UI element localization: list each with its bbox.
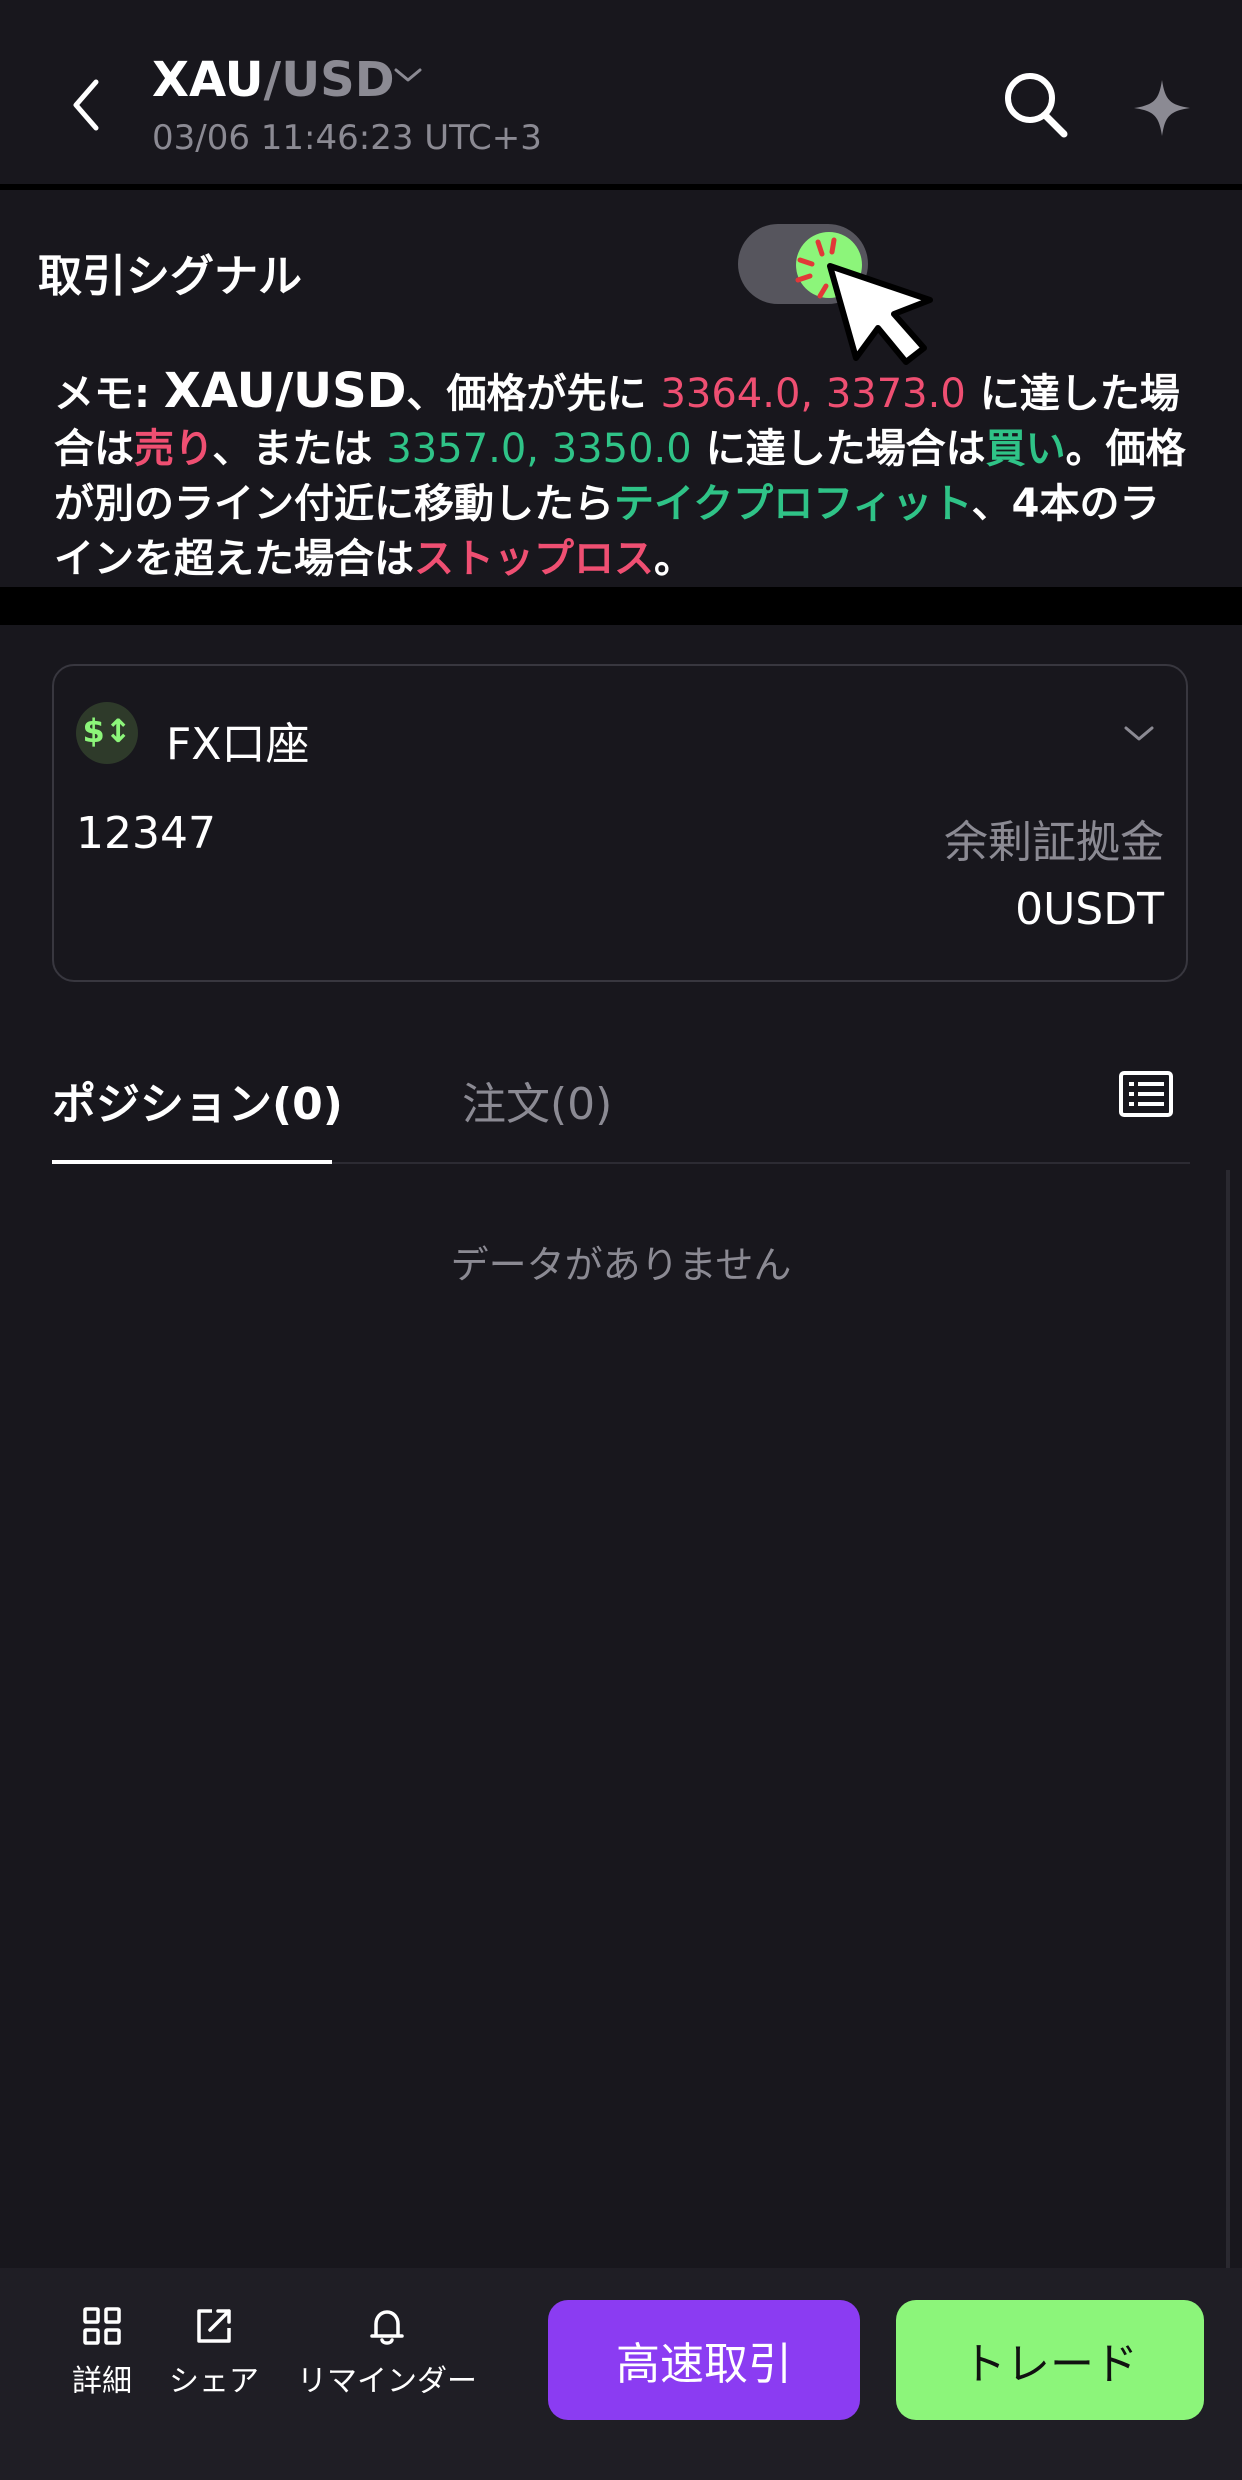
- fast-trade-button[interactable]: 高速取引: [548, 2300, 860, 2420]
- share-label: シェア: [169, 2364, 259, 2399]
- memo-pair: XAU/USD: [163, 363, 407, 419]
- signal-memo: メモ: XAU/USD、価格が先に 3364.0, 3373.0 に達した場合は…: [54, 364, 1194, 587]
- share-icon: [197, 2309, 231, 2343]
- trade-button[interactable]: トレード: [896, 2300, 1204, 2420]
- timestamp: 03/06 11:46:23 UTC+3: [152, 118, 542, 158]
- section-separator: [0, 587, 1242, 625]
- reminder-label: リマインダー: [297, 2364, 477, 2399]
- account-name[interactable]: FX口座: [166, 708, 309, 772]
- memo-text-4: に達した場合は: [691, 426, 986, 472]
- fx-account-icon: $↕: [76, 702, 138, 764]
- pair-base: XAU: [152, 52, 264, 108]
- memo-text-1: 、価格が先に: [406, 371, 661, 417]
- memo-sell: 売り: [134, 426, 213, 472]
- header-divider: [0, 184, 1242, 190]
- reminder-button[interactable]: リマインダー: [294, 2306, 480, 2400]
- tab-orders[interactable]: 注文(0): [462, 1068, 612, 1132]
- account-number: 12347: [76, 808, 216, 859]
- details-label: 詳細: [72, 2364, 132, 2399]
- signal-title: 取引シグナル: [38, 251, 302, 302]
- details-button[interactable]: 詳細: [62, 2306, 142, 2400]
- chevron-down-icon[interactable]: [390, 62, 426, 88]
- share-button[interactable]: シェア: [164, 2306, 264, 2400]
- memo-stop-loss: ストップロス: [414, 536, 654, 582]
- memo-buy-prices: 3357.0, 3350.0: [386, 426, 692, 472]
- list-icon[interactable]: [1118, 1070, 1174, 1118]
- bell-icon: [370, 2310, 404, 2345]
- pair-quote: /USD: [263, 52, 395, 108]
- sparkle-icon[interactable]: [1132, 78, 1192, 138]
- memo-text-7: 。: [654, 536, 694, 582]
- memo-sell-prices: 3364.0, 3373.0: [660, 371, 966, 417]
- memo-buy: 買い: [985, 426, 1066, 472]
- free-margin-label: 余剰証拠金: [944, 817, 1164, 868]
- memo-prefix: メモ:: [54, 371, 164, 417]
- click-cursor-icon: [795, 237, 933, 365]
- scrollbar[interactable]: [1226, 1170, 1230, 2270]
- tab-positions[interactable]: ポジション(0): [52, 1068, 343, 1132]
- grid-icon: [83, 2307, 121, 2345]
- free-margin-value: 0USDT: [1015, 884, 1164, 935]
- memo-take-profit: テイクプロフィット: [614, 481, 972, 527]
- account-chevron-down-icon[interactable]: [1122, 722, 1156, 746]
- memo-text-3: 、または: [212, 426, 387, 472]
- fx-account-icon-glyph: $↕: [82, 712, 132, 750]
- empty-state-text: データがありません: [450, 1243, 792, 1287]
- back-arrow-icon[interactable]: [62, 70, 112, 140]
- search-icon[interactable]: [1000, 68, 1070, 140]
- pair-title[interactable]: XAU/USD: [152, 52, 395, 108]
- active-tab-indicator: [52, 1160, 332, 1164]
